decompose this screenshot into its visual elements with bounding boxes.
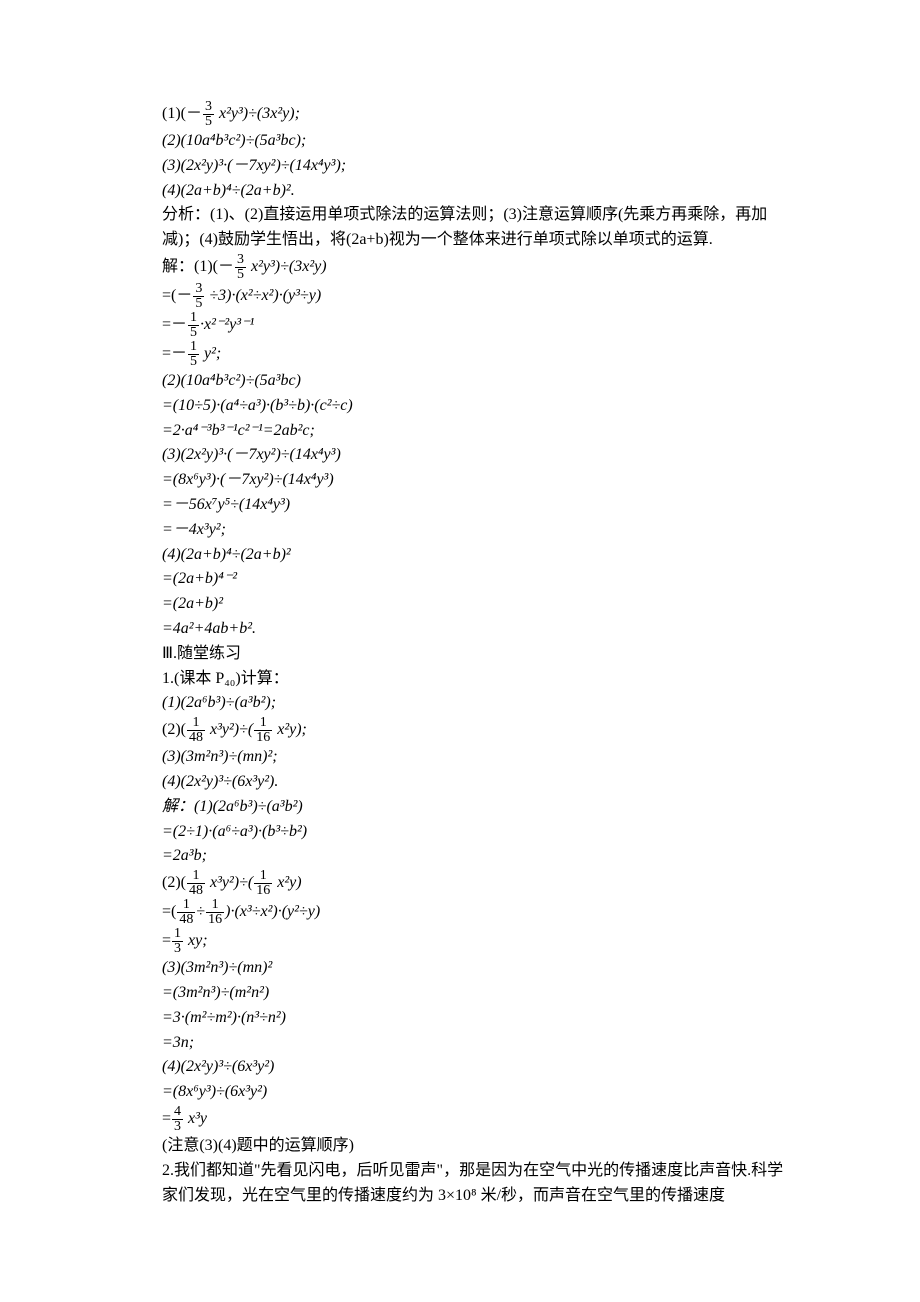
text-line: =(3m²n³)÷(m²n²) xyxy=(130,981,790,1006)
fraction: 116 xyxy=(254,869,272,898)
text-line: =43 x³y xyxy=(130,1105,790,1134)
fraction: 148 xyxy=(177,898,195,927)
text-line: =(2a+b)² xyxy=(130,592,790,617)
text-line: (4)(2x²y)³÷(6x³y²). xyxy=(130,770,790,795)
fraction: 15 xyxy=(188,311,199,340)
text-line: =－4x³y²; xyxy=(130,518,790,543)
text-line: 1.(课本 P₄₀)计算： xyxy=(130,667,790,692)
text-line: =2a³b; xyxy=(130,844,790,869)
note-line: (注意(3)(4)题中的运算顺序) xyxy=(130,1134,790,1159)
text-line: (2)(148 x³y²)÷(116 x²y) xyxy=(130,869,790,898)
text-line: =(8x⁶y³)·(－7xy²)÷(14x⁴y³) xyxy=(130,468,790,493)
text-line: (2)(10a⁴b³c²)÷(5a³bc); xyxy=(130,129,790,154)
fraction: 35 xyxy=(203,100,214,129)
fraction: 15 xyxy=(188,340,199,369)
fraction: 35 xyxy=(235,253,246,282)
text-line: (4)(2a+b)⁴÷(2a+b)². xyxy=(130,179,790,204)
text-line: =(148÷116)·(x³÷x²)·(y²÷y) xyxy=(130,898,790,927)
text-line: =2·a⁴⁻³b³⁻¹c²⁻¹=2ab²c; xyxy=(130,419,790,444)
text-line: =－15·x²⁻²y³⁻¹ xyxy=(130,311,790,340)
fraction: 116 xyxy=(206,898,224,927)
text-line: 解：(1)(2a⁶b³)÷(a³b²) xyxy=(130,795,790,820)
text-line: =－56x⁷y⁵÷(14x⁴y³) xyxy=(130,493,790,518)
text-line: =13 xy; xyxy=(130,927,790,956)
text-line: =3·(m²÷m²)·(n³÷n²) xyxy=(130,1006,790,1031)
fraction: 148 xyxy=(187,716,205,745)
text-line: (4)(2x²y)³÷(6x³y²) xyxy=(130,1055,790,1080)
text-line: (3)(3m²n³)÷(mn)² xyxy=(130,956,790,981)
text-line: (3)(2x²y)³·(－7xy²)÷(14x⁴y³) xyxy=(130,443,790,468)
text-line: =(2a+b)⁴⁻² xyxy=(130,567,790,592)
text-line: =4a²+4ab+b². xyxy=(130,617,790,642)
fraction: 35 xyxy=(193,282,204,311)
analysis-paragraph: 分析：(1)、(2)直接运用单项式除法的运算法则；(3)注意运算顺序(先乘方再乘… xyxy=(130,203,790,253)
section-heading: Ⅲ.随堂练习 xyxy=(130,642,790,667)
fraction: 148 xyxy=(187,869,205,898)
text-line: =3n; xyxy=(130,1031,790,1056)
text-line: (3)(2x²y)³·(－7xy²)÷(14x⁴y³); xyxy=(130,154,790,179)
text-line: (2)(148 x³y²)÷(116 x²y); xyxy=(130,716,790,745)
text-line: (1)(2a⁶b³)÷(a³b²); xyxy=(130,691,790,716)
text-line: =(10÷5)·(a⁴÷a³)·(b³÷b)·(c²÷c) xyxy=(130,394,790,419)
text-line: =(8x⁶y³)÷(6x³y²) xyxy=(130,1080,790,1105)
text-line: (2)(10a⁴b³c²)÷(5a³bc) xyxy=(130,369,790,394)
text-line: =(－35 ÷3)·(x²÷x²)·(y³÷y) xyxy=(130,282,790,311)
text-line: 解：(1)(－35 x²y³)÷(3x²y) xyxy=(130,253,790,282)
fraction: 13 xyxy=(172,927,183,956)
fraction: 116 xyxy=(254,716,272,745)
text-line: =(2÷1)·(a⁶÷a³)·(b³÷b²) xyxy=(130,820,790,845)
text-line: (3)(3m²n³)÷(mn)²; xyxy=(130,745,790,770)
text-line: =－15 y²; xyxy=(130,340,790,369)
fraction: 43 xyxy=(172,1105,183,1134)
text-line: (4)(2a+b)⁴÷(2a+b)² xyxy=(130,543,790,568)
paragraph: 2.我们都知道"先看见闪电，后听见雷声"，那是因为在空气中光的传播速度比声音快.… xyxy=(130,1159,790,1209)
text-line: (1)(－35 x²y³)÷(3x²y); xyxy=(130,100,790,129)
